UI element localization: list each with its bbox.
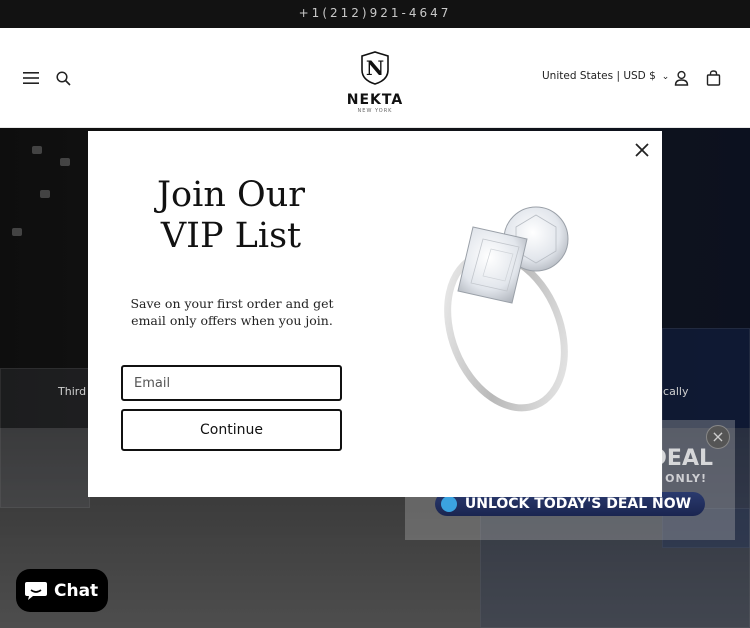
vip-signup-modal: Join Our VIP List Save on your first ord… <box>88 131 662 497</box>
user-icon[interactable] <box>670 67 692 89</box>
search-icon[interactable] <box>52 67 74 89</box>
chat-bubble-icon <box>25 581 47 600</box>
chevron-down-icon: ⌄ <box>661 72 670 82</box>
locale-label: United States | USD $ <box>542 70 656 82</box>
country-currency-selector[interactable]: United States | USD $ ⌄ <box>542 70 669 82</box>
announcement-phone[interactable]: +1(212)921-4647 <box>299 6 452 20</box>
svg-text:N: N <box>366 56 384 80</box>
site-logo[interactable]: N NEKTA NEW YORK <box>338 50 412 114</box>
shopify-chat-button[interactable]: Chat <box>16 569 108 612</box>
modal-subtitle: Save on your first order and get email o… <box>130 296 334 328</box>
modal-title-line-2: VIP List <box>160 216 302 256</box>
hero-text-left: Third <box>58 385 87 398</box>
promo-subline: ONLY! <box>665 472 707 485</box>
site-header: N NEKTA NEW YORK United States | USD $ ⌄ <box>0 28 750 128</box>
hamburger-menu-icon[interactable] <box>20 67 42 89</box>
logo-emblem-icon: N <box>361 51 389 85</box>
modal-title-line-1: Join Our <box>157 175 305 215</box>
announcement-bar: +1(212)921-4647 <box>0 0 750 28</box>
cart-icon[interactable] <box>702 67 724 89</box>
modal-title: Join Our VIP List <box>88 175 374 257</box>
logo-subtitle: NEW YORK <box>357 108 393 114</box>
email-field[interactable] <box>121 365 342 401</box>
unlock-deal-label: UNLOCK TODAY'S DEAL NOW <box>464 496 692 512</box>
modal-close-icon[interactable] <box>632 140 652 160</box>
promo-close-icon[interactable]: × <box>706 425 730 449</box>
continue-button[interactable]: Continue <box>121 409 342 451</box>
deal-badge-icon <box>441 496 457 512</box>
hero-text-right: ically <box>660 385 689 398</box>
logo-wordmark: NEKTA <box>346 92 404 108</box>
chat-label: Chat <box>54 580 99 601</box>
diamond-ring-image <box>376 131 662 497</box>
